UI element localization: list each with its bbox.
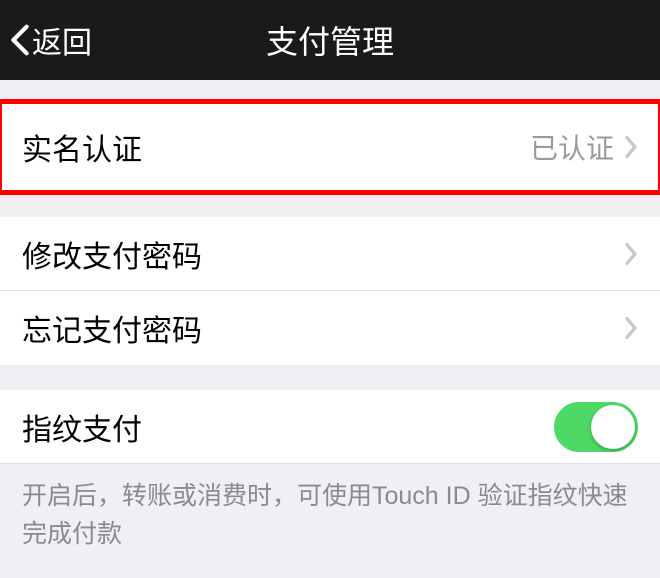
toggle-knob <box>591 405 635 449</box>
chevron-left-icon <box>10 23 30 57</box>
real-name-status: 已认证 <box>530 127 614 167</box>
chevron-right-icon <box>624 242 638 266</box>
page-title: 支付管理 <box>266 17 394 63</box>
fingerprint-label: 指纹支付 <box>22 405 554 449</box>
group-realname: 实名认证 已认证 <box>0 102 660 192</box>
real-name-label: 实名认证 <box>22 125 530 169</box>
back-button[interactable]: 返回 <box>10 0 92 80</box>
cell-real-name-auth[interactable]: 实名认证 已认证 <box>0 102 660 192</box>
chevron-right-icon <box>624 316 638 340</box>
cell-fingerprint-pay: 指纹支付 <box>0 390 660 464</box>
cell-modify-payment-password[interactable]: 修改支付密码 <box>0 217 660 291</box>
cell-forgot-payment-password[interactable]: 忘记支付密码 <box>0 291 660 365</box>
fingerprint-hint: 开启后，转账或消费时，可使用Touch ID 验证指纹快速完成付款 <box>0 464 660 567</box>
chevron-right-icon <box>624 135 638 159</box>
group-password: 修改支付密码 忘记支付密码 <box>0 217 660 365</box>
header: 返回 支付管理 <box>0 0 660 80</box>
fingerprint-toggle[interactable] <box>554 402 638 452</box>
forgot-password-label: 忘记支付密码 <box>22 306 624 350</box>
modify-password-label: 修改支付密码 <box>22 232 624 276</box>
group-fingerprint: 指纹支付 开启后，转账或消费时，可使用Touch ID 验证指纹快速完成付款 <box>0 390 660 567</box>
back-label: 返回 <box>32 18 92 62</box>
